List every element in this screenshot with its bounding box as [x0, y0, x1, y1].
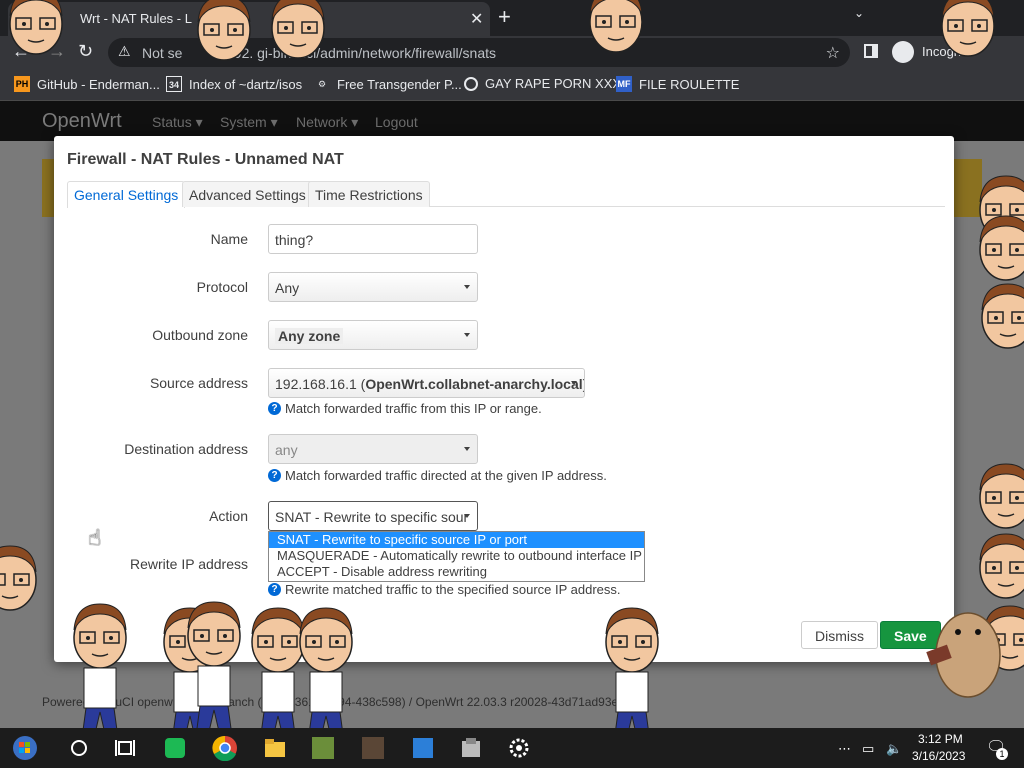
- cartoon-face-icon: [589, 0, 643, 53]
- app-cat-icon[interactable]: [360, 735, 386, 761]
- app-blue-icon[interactable]: [410, 735, 436, 761]
- app-green-icon[interactable]: [162, 735, 188, 761]
- cartoon-sticker-overlay: [0, 0, 1024, 728]
- network-icon[interactable]: ▭: [862, 741, 874, 757]
- settings-icon[interactable]: [506, 735, 532, 761]
- cartoon-face-icon: [197, 0, 251, 61]
- cartoon-face-icon: [979, 215, 1024, 281]
- task-view-icon[interactable]: [112, 735, 138, 761]
- cartoon-face-icon: [271, 0, 325, 59]
- cartoon-face-icon: [9, 0, 63, 55]
- app-box-icon[interactable]: [458, 735, 484, 761]
- file-explorer-icon[interactable]: [262, 735, 288, 761]
- clock-time[interactable]: 3:12 PM: [918, 732, 963, 746]
- windows-taskbar: ⋯ ▭ 🔈 3:12 PM 3/16/2023 🗨 1: [0, 728, 1024, 768]
- game-icon[interactable]: [310, 735, 336, 761]
- cartoon-person-icon: [300, 608, 352, 728]
- cartoon-face-icon: [0, 545, 37, 611]
- cartoon-person-icon: [74, 604, 126, 728]
- cartoon-person-icon: [606, 608, 658, 728]
- volume-icon[interactable]: 🔈: [886, 741, 902, 757]
- cartoon-face-icon: [979, 463, 1024, 529]
- clock-date[interactable]: 3/16/2023: [912, 749, 965, 763]
- tray-overflow-icon[interactable]: ⋯: [838, 741, 851, 757]
- chrome-icon[interactable]: [212, 735, 238, 761]
- cartoon-face-icon: [941, 0, 995, 57]
- hamster-icon: [926, 612, 1001, 698]
- start-icon[interactable]: [12, 735, 38, 761]
- cartoon-person-icon: [252, 608, 304, 728]
- cortana-icon[interactable]: [66, 735, 92, 761]
- notification-count-badge: 1: [996, 748, 1008, 760]
- cartoon-face-icon: [979, 533, 1024, 599]
- hand-cursor-icon: ☝: [88, 525, 102, 550]
- cartoon-face-icon: [981, 283, 1024, 349]
